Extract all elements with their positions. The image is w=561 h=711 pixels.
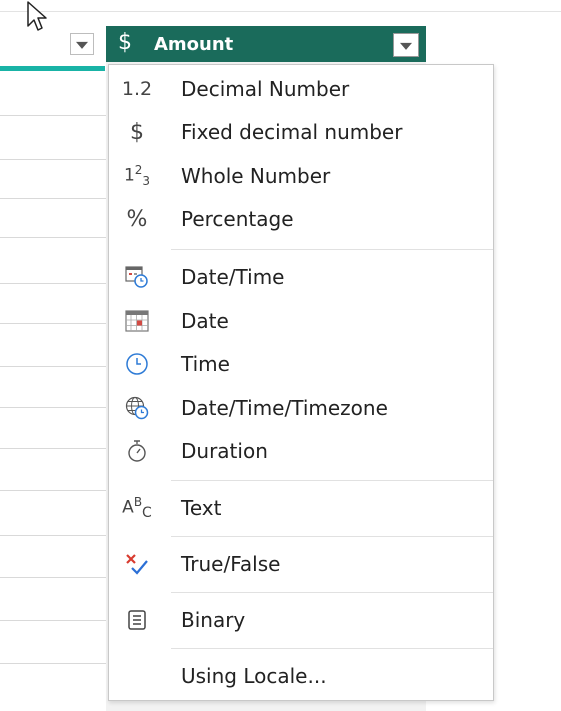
menu-item-fixed-decimal-number[interactable]: $ Fixed decimal number	[109, 112, 493, 152]
menu-separator	[171, 249, 493, 250]
menu-item-binary[interactable]: Binary	[109, 600, 493, 640]
grid-row-line	[0, 323, 110, 324]
previous-column-filter-button[interactable]	[70, 33, 94, 55]
menu-item-label: Date	[181, 309, 229, 333]
grid-row-line	[0, 407, 110, 408]
true-false-icon	[117, 548, 157, 580]
menu-item-label: Binary	[181, 608, 246, 632]
grid-row-line	[0, 577, 110, 578]
menu-item-label: Text	[181, 496, 222, 520]
menu-item-date-time-timezone[interactable]: Date/Time/Timezone	[109, 388, 493, 428]
menu-item-label: Whole Number	[181, 164, 331, 188]
chevron-down-icon	[400, 42, 412, 50]
decimal-number-icon: 1.2	[121, 78, 153, 100]
menu-item-date-time[interactable]: Date/Time	[109, 257, 493, 297]
time-icon	[117, 348, 157, 380]
grid-row-line	[0, 448, 110, 449]
binary-icon	[117, 604, 157, 636]
column-quality-bar	[0, 66, 105, 71]
grid-row-line	[0, 237, 110, 238]
whole-number-icon: 123	[123, 163, 151, 189]
menu-item-label: Duration	[181, 439, 268, 463]
menu-item-label: Date/Time/Timezone	[181, 396, 388, 420]
menu-item-label: Time	[181, 352, 230, 376]
menu-item-label: Using Locale...	[181, 664, 327, 688]
grid-row-line	[0, 159, 110, 160]
previous-column	[0, 26, 105, 711]
grid-row-line	[0, 535, 110, 536]
menu-item-whole-number[interactable]: 123 Whole Number	[109, 156, 493, 196]
grid-row-line	[0, 198, 110, 199]
menu-item-label: Fixed decimal number	[181, 120, 403, 144]
grid-row-line	[0, 663, 110, 664]
menu-item-text[interactable]: ABC Text	[109, 488, 493, 528]
text-icon: ABC	[122, 494, 152, 522]
grid-row-line	[0, 366, 110, 367]
menu-item-duration[interactable]: Duration	[109, 431, 493, 471]
menu-item-date[interactable]: Date	[109, 301, 493, 341]
menu-item-using-locale[interactable]: Using Locale...	[109, 656, 493, 696]
column-filter-button[interactable]	[393, 33, 419, 57]
menu-item-decimal-number[interactable]: 1.2 Decimal Number	[109, 69, 493, 109]
top-border	[0, 11, 561, 12]
menu-separator	[171, 536, 493, 537]
grid-row-line	[0, 115, 110, 116]
menu-separator	[171, 480, 493, 481]
menu-item-time[interactable]: Time	[109, 344, 493, 384]
menu-separator	[171, 592, 493, 593]
grid-row-line	[0, 283, 110, 284]
menu-item-label: True/False	[181, 552, 281, 576]
menu-item-label: Date/Time	[181, 265, 285, 289]
column-name: Amount	[154, 34, 234, 55]
datetime-icon	[117, 261, 157, 293]
grid-row-line	[0, 620, 110, 621]
datetime-timezone-icon	[117, 392, 157, 424]
percentage-icon: %	[126, 206, 148, 232]
data-type-menu: 1.2 Decimal Number $ Fixed decimal numbe…	[108, 64, 494, 701]
menu-separator	[171, 648, 493, 649]
fixed-decimal-icon: $	[130, 119, 144, 145]
chevron-down-icon	[76, 41, 88, 49]
menu-item-percentage[interactable]: % Percentage	[109, 199, 493, 239]
duration-icon	[117, 435, 157, 467]
currency-type-icon[interactable]: $	[118, 30, 132, 55]
menu-item-label: Percentage	[181, 207, 294, 231]
menu-item-true-false[interactable]: True/False	[109, 544, 493, 584]
menu-item-label: Decimal Number	[181, 77, 350, 101]
amount-column-header[interactable]: $ Amount	[106, 26, 426, 62]
date-icon	[117, 305, 157, 337]
grid-row-line	[0, 490, 110, 491]
